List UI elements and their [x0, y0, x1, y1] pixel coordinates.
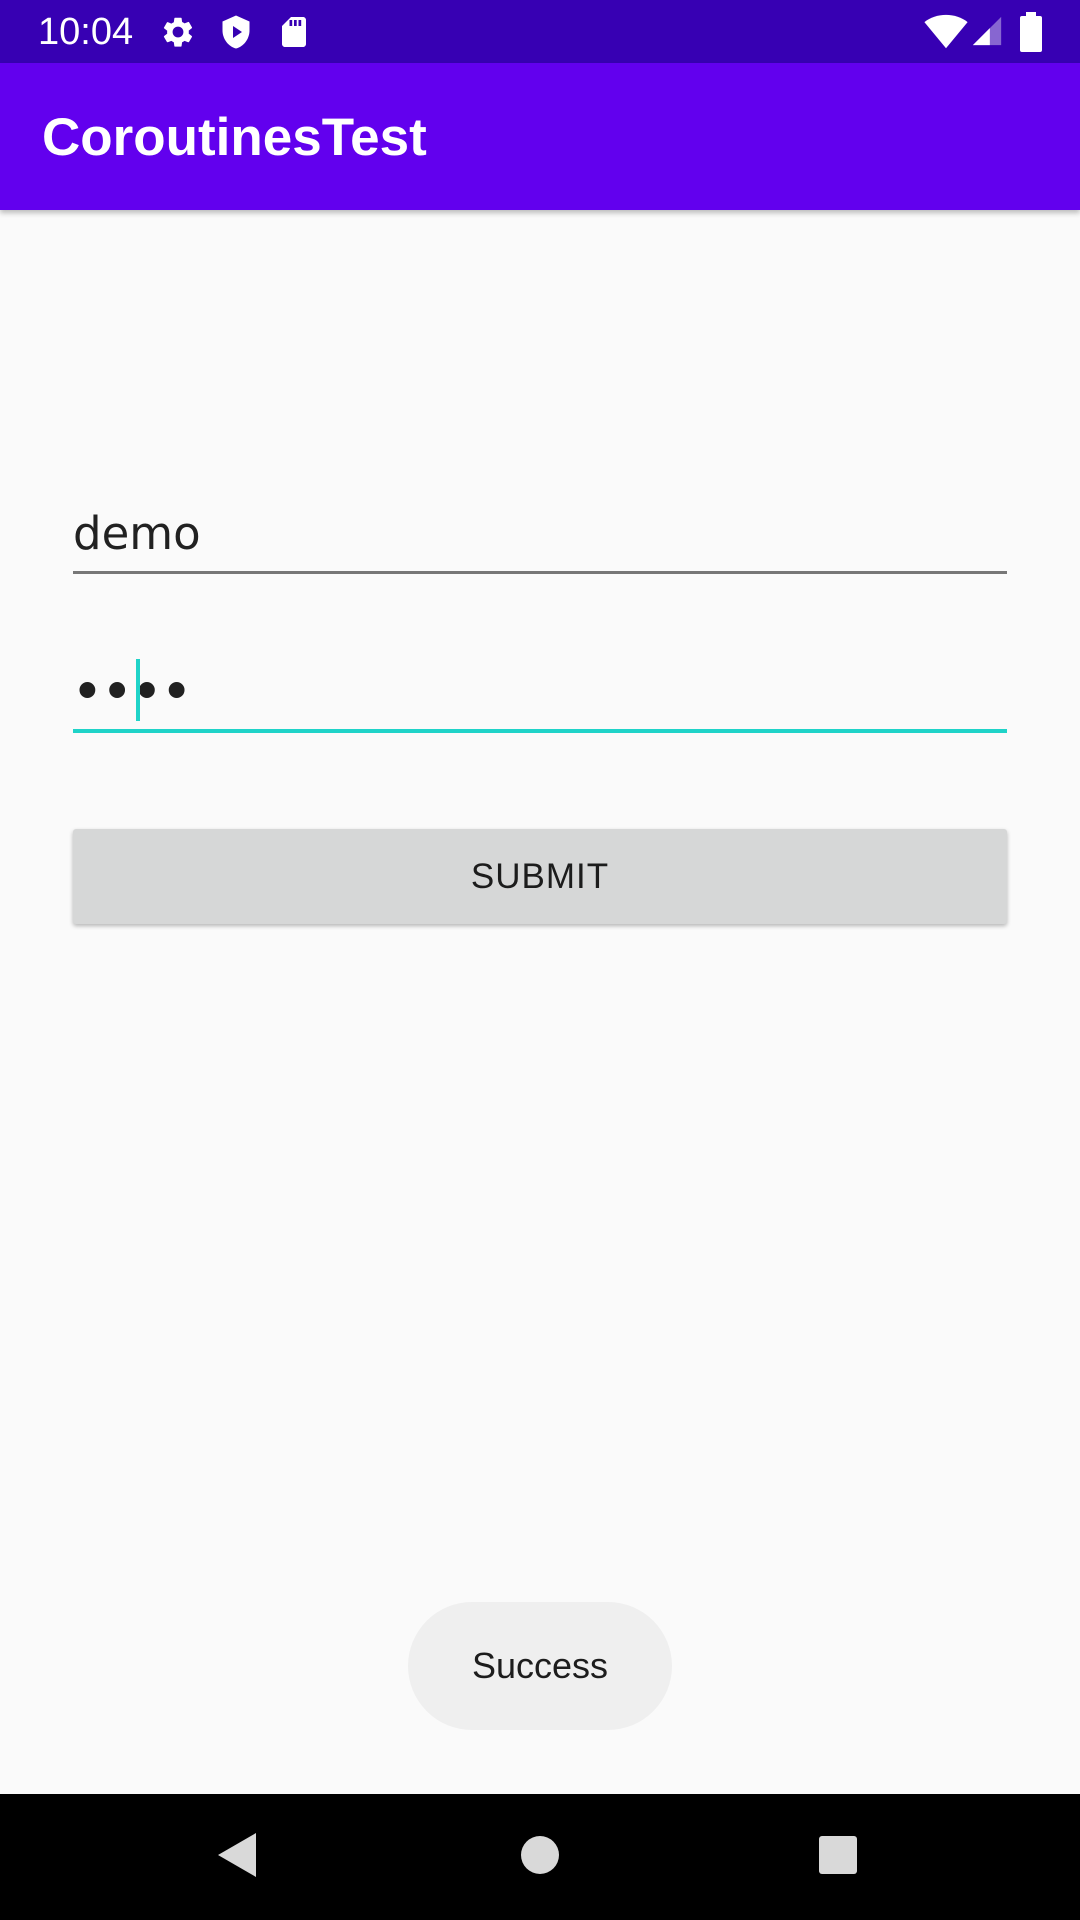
submit-button[interactable]: SUBMIT	[73, 829, 1007, 924]
sd-card-icon	[276, 14, 312, 50]
recents-icon	[818, 1835, 858, 1880]
password-value: ••••	[73, 665, 193, 718]
app-title: CoroutinesTest	[42, 108, 427, 167]
gear-icon	[160, 14, 196, 50]
toast-text: Success	[471, 1645, 609, 1686]
cell-signal-icon	[970, 14, 1004, 48]
home-button[interactable]	[480, 1794, 600, 1920]
navigation-bar	[0, 1794, 1080, 1920]
battery-icon	[1018, 12, 1044, 52]
wifi-icon	[924, 14, 968, 50]
toast-message: Success	[408, 1602, 672, 1730]
username-field[interactable]: demo	[73, 497, 1007, 574]
username-value: demo	[73, 507, 201, 560]
back-icon	[216, 1831, 260, 1884]
recents-button[interactable]	[778, 1794, 898, 1920]
password-field[interactable]: ••••	[73, 655, 1007, 733]
home-icon	[520, 1835, 560, 1880]
status-bar: 10:04	[0, 0, 1080, 63]
status-time: 10:04	[38, 11, 134, 53]
shield-play-icon	[218, 14, 254, 50]
app-bar: CoroutinesTest	[0, 63, 1080, 210]
text-cursor	[136, 659, 140, 721]
back-button[interactable]	[178, 1794, 298, 1920]
